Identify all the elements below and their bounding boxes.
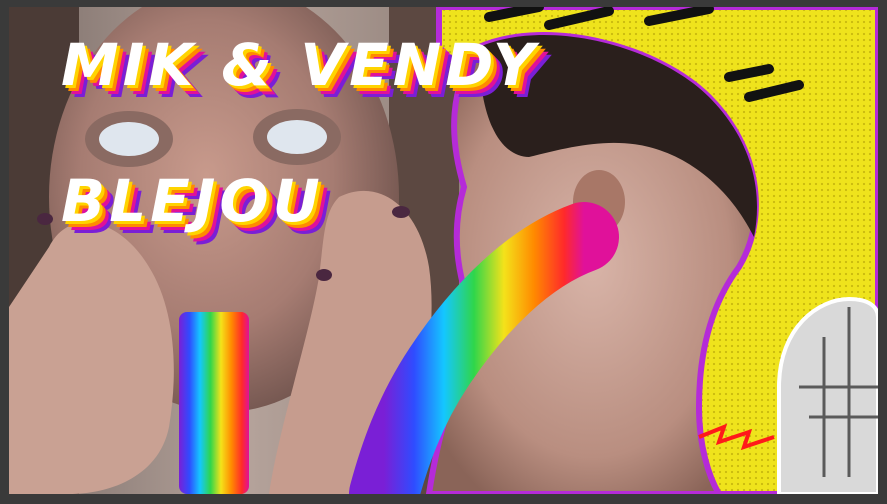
rainbow-stream-left — [179, 312, 249, 494]
thumbnail-title-line-1: MIK & VENDY — [61, 31, 539, 99]
dome-building-cutout — [777, 296, 878, 494]
nail — [37, 213, 53, 225]
woman-right-eye-white — [267, 120, 327, 154]
thumbnail-frame: MIK & VENDY BLEJOU — [9, 7, 878, 494]
nail — [392, 206, 410, 218]
thumbnail-title-line-2: BLEJOU — [61, 167, 324, 235]
nail — [316, 269, 332, 281]
woman-left-eye-white — [99, 122, 159, 156]
